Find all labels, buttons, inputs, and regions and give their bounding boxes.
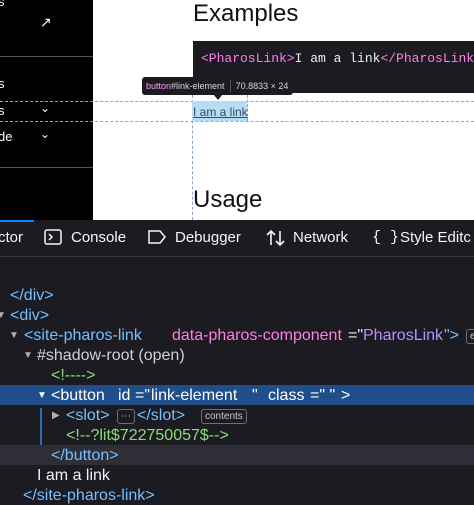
- nav-item-label[interactable]: s: [0, 103, 5, 118]
- node-tag: </button>: [51, 447, 119, 464]
- page-viewport: s ↗ s s ⌄ de ⌄ Examples <PharosLink>I am…: [0, 0, 474, 220]
- expand-triangle-icon[interactable]: ▼: [23, 350, 33, 361]
- comment-node: <!--?lit$722750057$-->: [66, 427, 229, 444]
- style-editor-icon: { }: [372, 229, 400, 246]
- tab-inspector[interactable]: ctor: [0, 229, 23, 246]
- nav-fragment: s: [0, 0, 5, 9]
- event-badge[interactable]: e: [466, 329, 474, 344]
- left-navigation: s ↗ s s ⌄ de ⌄: [0, 0, 93, 220]
- tab-console[interactable]: Console: [71, 229, 126, 246]
- expand-triangle-icon[interactable]: ▼: [37, 390, 47, 401]
- node-tag: </slot>: [137, 407, 186, 424]
- contents-badge[interactable]: contents: [201, 409, 247, 424]
- comment-node: <!---->: [51, 367, 96, 384]
- nav-item-label[interactable]: de: [0, 129, 12, 144]
- code-open-tag: <PharosLink>: [201, 51, 295, 66]
- highlighter-guide: [0, 121, 474, 122]
- code-text: I am a link: [294, 51, 381, 66]
- examples-heading: Examples: [193, 0, 299, 27]
- node-tag: <div>: [10, 307, 50, 324]
- node-tag-close: ">: [444, 327, 460, 344]
- node-attr-eq: =": [135, 387, 151, 404]
- tooltip-separator: [229, 80, 231, 92]
- tab-style-editor[interactable]: Style Editc: [400, 229, 471, 246]
- tree-node[interactable]: </button>: [0, 445, 474, 465]
- chevron-down-icon[interactable]: ⌄: [40, 127, 50, 141]
- code-close-tag: </PharosLink>: [380, 51, 474, 66]
- tooltip-tag: button: [146, 81, 172, 91]
- expand-triangle-icon[interactable]: ▼: [0, 310, 6, 321]
- tree-node[interactable]: <!--?lit$722750057$-->: [0, 425, 474, 445]
- node-tag: </div>: [10, 287, 54, 304]
- network-icon: [266, 229, 286, 251]
- tree-node[interactable]: ▼ <div>: [0, 305, 474, 325]
- node-attr-eq: =": [348, 327, 364, 344]
- expand-triangle-icon[interactable]: ▼: [9, 330, 19, 341]
- tree-node[interactable]: </site-pharos-link>: [0, 485, 474, 505]
- chevron-down-icon[interactable]: ⌄: [40, 101, 50, 115]
- node-tag: <slot>: [66, 407, 110, 424]
- tree-node[interactable]: </div>: [0, 285, 474, 305]
- tree-node[interactable]: I am a link: [0, 465, 474, 485]
- node-tag: <button: [51, 387, 105, 404]
- node-attr-name: data-pharos-component: [172, 327, 342, 344]
- element-info-tooltip: button #link-element 70.8833 × 24: [142, 77, 294, 95]
- nav-divider: [0, 56, 93, 57]
- tooltip-arrow: [214, 95, 222, 100]
- expand-triangle-icon[interactable]: ▶: [52, 410, 60, 421]
- text-node: I am a link: [37, 467, 110, 484]
- active-tab-indicator: [0, 220, 34, 222]
- console-icon: [44, 229, 62, 249]
- node-tag: <site-pharos-link: [24, 327, 142, 344]
- usage-heading: Usage: [193, 186, 263, 213]
- pharos-link[interactable]: I am a link: [193, 105, 248, 119]
- tooltip-id: #link-element: [171, 81, 225, 91]
- tab-debugger[interactable]: Debugger: [175, 229, 241, 246]
- tree-node[interactable]: <!---->: [0, 365, 474, 385]
- ellipsis-badge[interactable]: ⋯: [117, 409, 135, 424]
- node-tag-close: >: [341, 387, 351, 404]
- debugger-icon: [147, 229, 167, 249]
- node-attr-value: link-element: [151, 387, 238, 404]
- node-attr-value: PharosLink: [363, 327, 444, 344]
- code-line: <PharosLink>I am a link</PharosLink>: [201, 51, 474, 66]
- tab-network[interactable]: Network: [293, 229, 348, 246]
- tooltip-size: 70.8833 × 24: [235, 81, 289, 91]
- node-tag: </site-pharos-link>: [23, 487, 155, 504]
- node-attr-name: class: [268, 387, 305, 404]
- tree-node-selected[interactable]: ▼ <button id =" link-element " class =" …: [0, 385, 474, 405]
- shadow-root-label: #shadow-root (open): [37, 347, 185, 364]
- tree-node[interactable]: ▶ <slot> ⋯ </slot> contents: [0, 405, 474, 425]
- nav-item-label[interactable]: s: [0, 76, 5, 91]
- nav-divider: [0, 167, 93, 168]
- tree-node[interactable]: ▼ <site-pharos-link data-pharos-componen…: [0, 325, 474, 345]
- external-link-icon[interactable]: ↗: [40, 14, 52, 31]
- node-attr-eq: =" ": [310, 387, 336, 404]
- tree-node[interactable]: ▼ #shadow-root (open): [0, 345, 474, 365]
- node-attr-name: id: [118, 387, 131, 404]
- node-attr-eq: ": [252, 387, 258, 404]
